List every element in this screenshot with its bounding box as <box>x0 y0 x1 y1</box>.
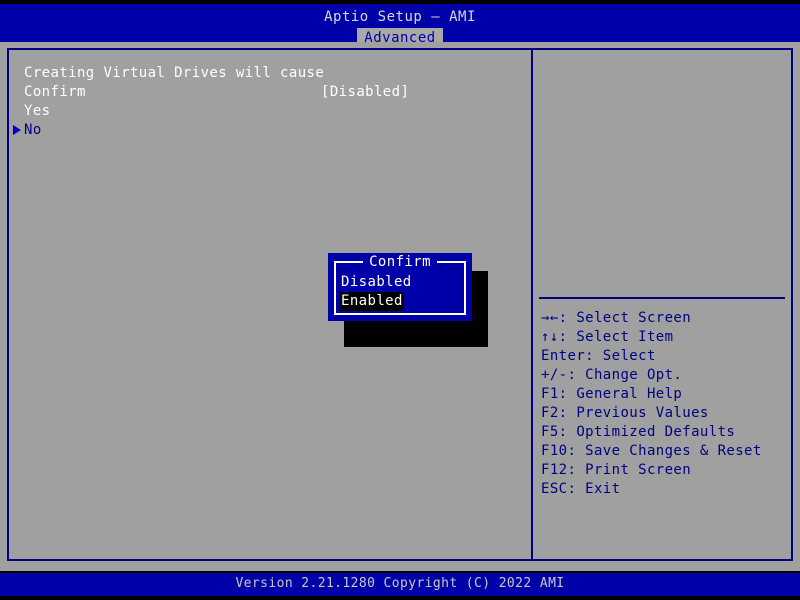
bios-setup-screen: Aptio Setup – AMI Advanced Creating Virt… <box>0 0 800 600</box>
header-bar: Aptio Setup – AMI Advanced <box>0 4 800 49</box>
version-text: Version 2.21.1280 Copyright (C) 2022 AMI <box>235 576 565 591</box>
confirm-popup-dialog: Confirm Disabled Enabled <box>328 253 472 321</box>
help-pane: →←: Select Screen ↑↓: Select Item Enter:… <box>533 50 791 559</box>
option-label: Confirm <box>24 84 86 100</box>
help-key-previous-values: F2: Previous Values <box>541 405 709 421</box>
option-label: No <box>24 122 42 138</box>
popup-title: Confirm <box>328 254 472 270</box>
help-key-save-changes-reset: F10: Save Changes & Reset <box>541 443 762 459</box>
option-row-yes[interactable]: Yes <box>9 102 531 121</box>
help-key-select-screen: →←: Select Screen <box>541 310 692 326</box>
option-row-confirm[interactable]: Confirm [Disabled] <box>9 83 531 102</box>
footer-bar: Version 2.21.1280 Copyright (C) 2022 AMI <box>0 573 800 596</box>
popup-option-enabled[interactable]: Enabled <box>340 292 404 311</box>
help-key-print-screen: F12: Print Screen <box>541 462 692 478</box>
popup-option-list: Disabled Enabled <box>340 273 466 311</box>
option-label: Creating Virtual Drives will cause <box>24 65 325 81</box>
help-key-select-item: ↑↓: Select Item <box>541 329 674 345</box>
help-key-esc-exit: ESC: Exit <box>541 481 621 497</box>
help-key-enter-select: Enter: Select <box>541 348 656 364</box>
option-row-description: Creating Virtual Drives will cause <box>9 64 531 83</box>
popup-option-disabled[interactable]: Disabled <box>340 273 413 292</box>
help-key-general-help: F1: General Help <box>541 386 683 402</box>
selection-arrow-icon <box>13 125 21 135</box>
help-key-optimized-defaults: F5: Optimized Defaults <box>541 424 736 440</box>
option-label: Yes <box>24 103 51 119</box>
popup-title-text: Confirm <box>363 254 437 270</box>
help-separator <box>539 297 785 299</box>
option-row-no[interactable]: No <box>9 121 531 140</box>
app-title: Aptio Setup – AMI <box>324 9 476 25</box>
help-key-list: →←: Select Screen ↑↓: Select Item Enter:… <box>541 309 791 499</box>
option-value[interactable]: [Disabled] <box>321 83 409 102</box>
help-key-change-opt: +/-: Change Opt. <box>541 367 683 383</box>
